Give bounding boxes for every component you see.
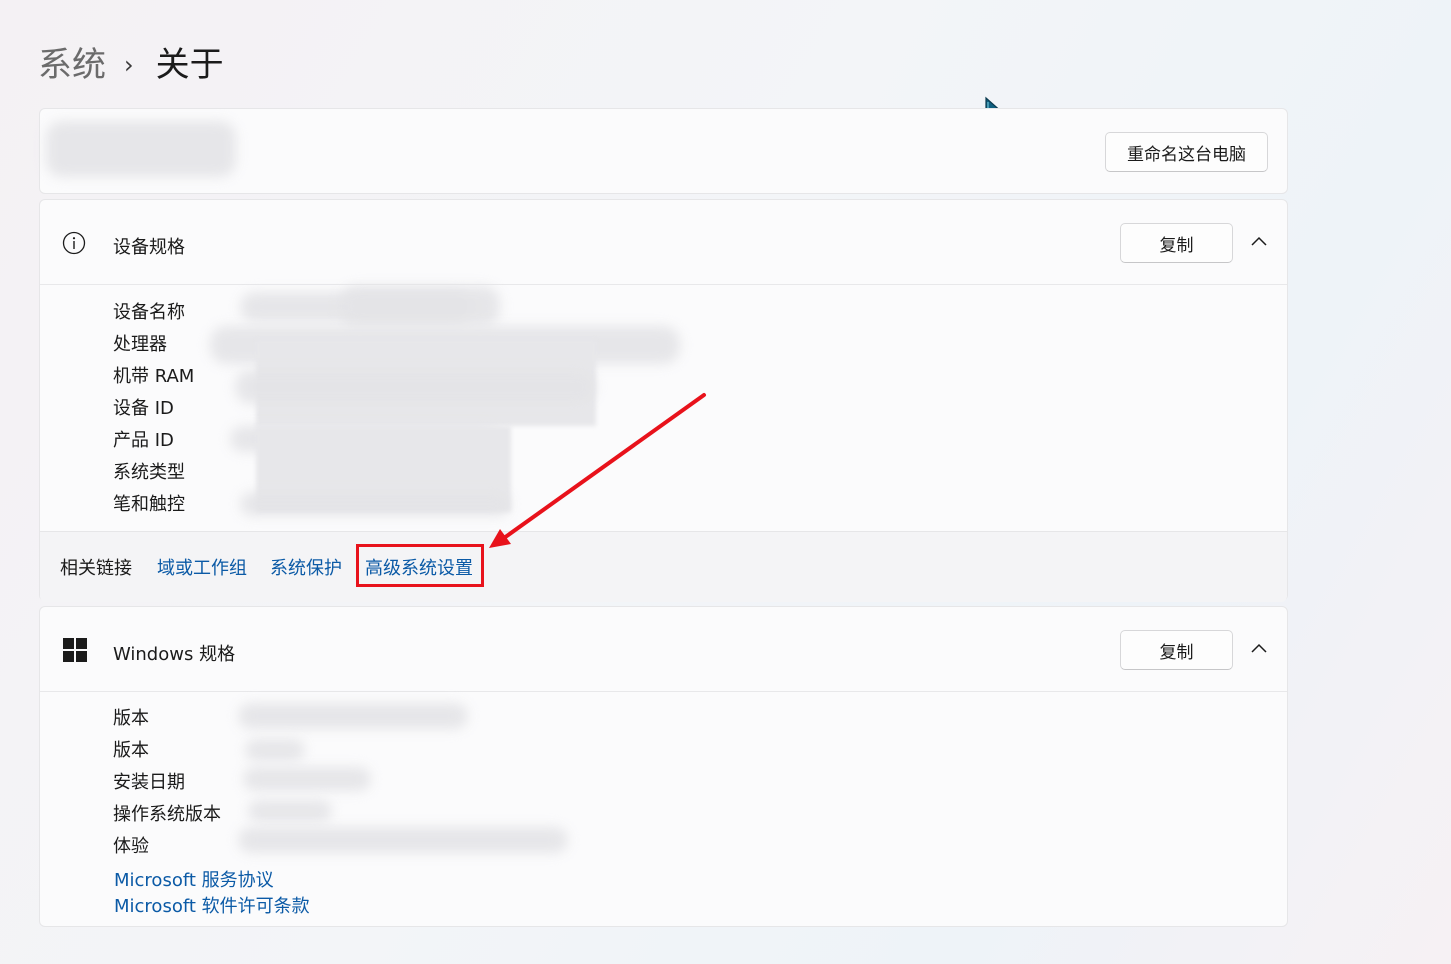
win-label-install-date: 安装日期 xyxy=(113,772,185,793)
chevron-up-icon[interactable] xyxy=(1245,635,1273,663)
redacted-device-name xyxy=(46,121,236,177)
win-label-experience: 体验 xyxy=(113,836,149,857)
redacted-win-values xyxy=(238,827,568,853)
rename-pc-button[interactable]: 重命名这台电脑 xyxy=(1105,132,1268,172)
redacted-win-values xyxy=(238,703,468,729)
redacted-win-values xyxy=(243,767,371,791)
chevron-up-icon[interactable] xyxy=(1245,228,1273,256)
spec-label-device-name: 设备名称 xyxy=(113,302,185,323)
redacted-spec-values xyxy=(235,370,595,404)
annotation-highlight-box xyxy=(356,544,484,587)
spec-label-product-id: 产品 ID xyxy=(113,430,174,451)
info-icon xyxy=(62,231,86,255)
device-specs-card: 设备规格 复制 设备名称 处理器 机带 RAM 设备 ID 产品 ID 系统类型… xyxy=(39,199,1288,602)
redacted-spec-values xyxy=(340,286,500,326)
redacted-win-values xyxy=(245,739,305,761)
copy-device-specs-button[interactable]: 复制 xyxy=(1120,223,1233,263)
windows-specs-header[interactable]: Windows 规格 复制 xyxy=(40,607,1287,692)
windows-logo-icon xyxy=(63,638,87,662)
win-label-version: 版本 xyxy=(113,740,149,761)
related-links-label: 相关链接 xyxy=(60,558,132,579)
spec-label-ram: 机带 RAM xyxy=(113,366,195,387)
spec-label-processor: 处理器 xyxy=(113,334,167,355)
windows-specs-title: Windows 规格 xyxy=(113,644,236,665)
win-label-edition: 版本 xyxy=(113,708,149,729)
device-name-card: 重命名这台电脑 xyxy=(39,108,1288,194)
related-links-row: 相关链接 域或工作组 系统保护 高级系统设置 xyxy=(40,531,1287,602)
spec-label-system-type: 系统类型 xyxy=(113,462,185,483)
redacted-win-values xyxy=(248,800,332,822)
link-system-protection[interactable]: 系统保护 xyxy=(270,554,342,580)
windows-specs-card: Windows 规格 复制 版本 版本 安装日期 操作系统版本 体验 Micro… xyxy=(39,606,1288,927)
redacted-spec-values xyxy=(240,492,510,516)
breadcrumb: 系统 › 关于 xyxy=(38,38,224,92)
copy-windows-specs-button[interactable]: 复制 xyxy=(1120,630,1233,670)
win-label-os-build: 操作系统版本 xyxy=(113,804,221,825)
link-domain-workgroup[interactable]: 域或工作组 xyxy=(157,554,247,580)
spec-label-pen-touch: 笔和触控 xyxy=(113,494,185,515)
page-title: 关于 xyxy=(155,45,224,85)
breadcrumb-parent[interactable]: 系统 xyxy=(38,38,106,92)
link-microsoft-license-terms[interactable]: Microsoft 软件许可条款 xyxy=(114,892,310,918)
breadcrumb-separator: › xyxy=(124,51,134,79)
device-specs-header[interactable]: 设备规格 复制 xyxy=(40,200,1287,285)
spec-label-device-id: 设备 ID xyxy=(113,398,174,419)
device-specs-title: 设备规格 xyxy=(113,237,185,258)
link-microsoft-services-agreement[interactable]: Microsoft 服务协议 xyxy=(114,866,274,892)
